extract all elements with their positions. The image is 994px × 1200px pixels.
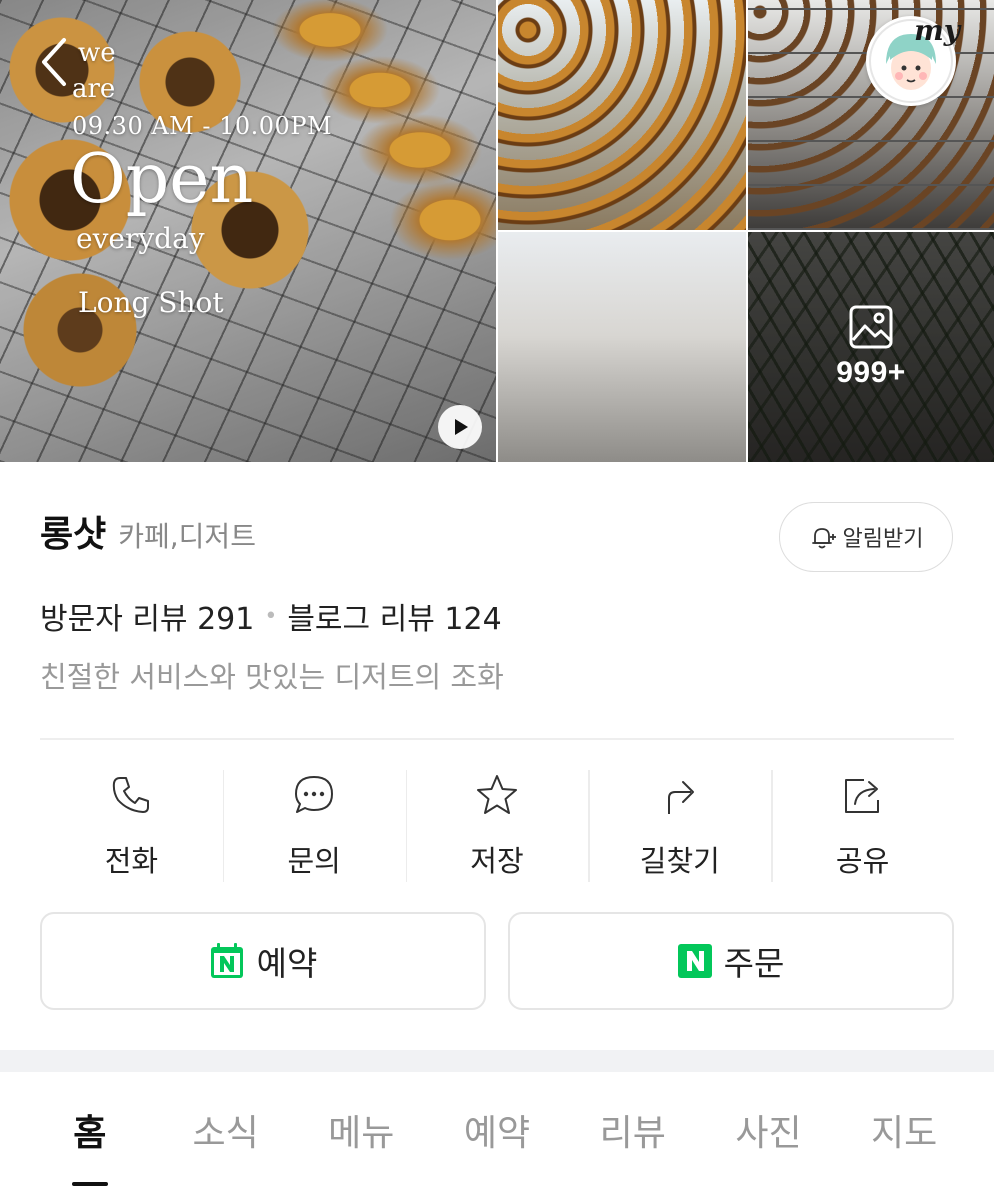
directions-icon [667,781,694,814]
place-name: 롱샷 [40,514,107,555]
video-overlay-brand: Long Shot [78,286,224,319]
notify-button-label: 알림받기 [842,527,924,552]
directions-label: 길찾기 [639,844,720,878]
video-overlay-hours: 09.30 AM - 10.00PM [72,112,333,140]
video-overlay-are: are [72,74,116,104]
tab-bar: 홈 소식 메뉴 예약 리뷰 사진 지도 [0,1072,994,1200]
blog-reviews-link[interactable]: 블로그 리뷰 124 [287,594,501,638]
my-badge-label: my [914,14,960,47]
tab-map[interactable]: 지도 [836,1072,972,1200]
image-icon [849,305,893,349]
naver-order-icon [677,944,712,978]
action-bar: 전화 문의 저장 길찾기 공유 [40,768,954,884]
gallery-photo-interior[interactable] [498,232,746,462]
bell-plus-icon [811,528,836,549]
place-header: 롱샷 카페,디저트 [40,505,256,557]
play-icon [455,419,468,435]
tab-menu[interactable]: 메뉴 [293,1072,429,1200]
order-label: 주문 [723,944,785,983]
back-button[interactable] [34,34,78,90]
chevron-left-icon [42,38,66,86]
tab-news[interactable]: 소식 [158,1072,294,1200]
tab-home[interactable]: 홈 [22,1072,158,1200]
gallery-photo-pastry-display[interactable] [498,0,746,230]
more-photos-button[interactable]: 999+ [748,232,994,462]
section-separator-band [0,1050,994,1072]
place-category: 카페,디저트 [118,520,256,553]
directions-button[interactable]: 길찾기 [588,768,771,884]
phone-icon [113,777,150,813]
my-profile-button[interactable]: my [866,14,960,106]
section-divider [40,738,954,740]
call-button[interactable]: 전화 [40,768,223,884]
share-button[interactable]: 공유 [771,768,954,884]
notify-button[interactable]: 알림받기 [779,502,953,572]
video-overlay-open: Open [70,140,254,219]
naver-booking-calendar-icon [210,943,243,978]
chat-icon [295,776,334,813]
video-overlay-everyday: everyday [76,222,205,255]
book-button[interactable]: 예약 [40,912,486,1010]
tab-photos[interactable]: 사진 [701,1072,837,1200]
separator-dot: • [264,603,278,629]
inquiry-label: 문의 [287,844,341,878]
visitor-reviews-link[interactable]: 방문자 리뷰 291 [40,594,254,638]
place-description: 친절한 서비스와 맛있는 디저트의 조화 [40,660,504,694]
video-overlay-we: we [78,38,116,68]
photo-gallery: we are 09.30 AM - 10.00PM Open everyday … [0,0,994,462]
save-button[interactable]: 저장 [405,768,589,884]
book-label: 예약 [256,944,318,983]
review-summary: 방문자 리뷰 291 • 블로그 리뷰 124 [40,594,502,638]
photo-count: 999+ [836,356,906,389]
play-video-button[interactable] [438,405,482,449]
share-icon [844,779,879,813]
save-label: 저장 [470,844,524,878]
order-button[interactable]: 주문 [508,912,954,1010]
share-label: 공유 [835,844,890,878]
tab-reviews[interactable]: 리뷰 [565,1072,701,1200]
star-icon [476,775,517,814]
inquiry-button[interactable]: 문의 [222,768,406,884]
call-label: 전화 [104,844,159,878]
tab-reservation[interactable]: 예약 [429,1072,565,1200]
